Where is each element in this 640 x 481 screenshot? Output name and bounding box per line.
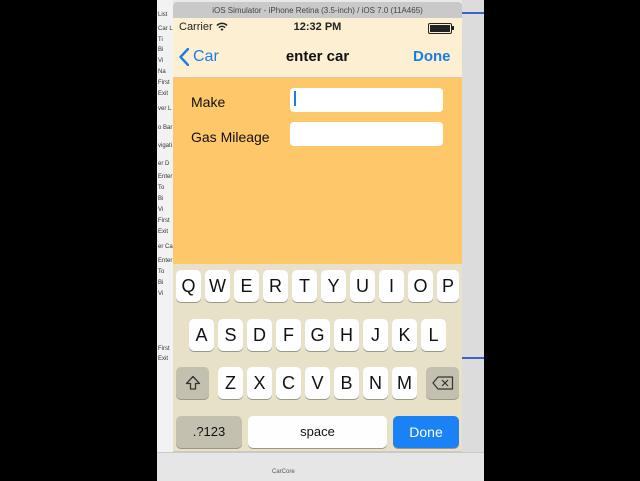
make-field[interactable]	[290, 88, 443, 112]
outline-item[interactable]: List	[158, 12, 167, 19]
battery-icon	[428, 23, 452, 34]
key-s[interactable]: S	[218, 319, 243, 351]
outline-item[interactable]: Enter	[158, 258, 172, 265]
key-t[interactable]: T	[292, 270, 317, 302]
outline-item[interactable]: Vi	[158, 291, 163, 298]
key-b[interactable]: B	[334, 367, 359, 399]
key-a[interactable]: A	[189, 319, 214, 351]
keyboard-done-key[interactable]: Done	[393, 416, 459, 448]
form-area: Make Gas Mileage	[173, 78, 462, 264]
outline-item[interactable]: Bi	[158, 47, 163, 54]
bottom-bar-label: CarCore	[272, 469, 295, 475]
gas-mileage-field[interactable]	[290, 122, 443, 146]
outline-item[interactable]: Exit	[158, 356, 168, 363]
delete-key[interactable]	[426, 367, 459, 399]
key-r[interactable]: R	[263, 270, 288, 302]
key-y[interactable]: Y	[321, 270, 346, 302]
xcode-bottom-bar: CarCore	[157, 452, 484, 481]
key-q[interactable]: Q	[176, 270, 201, 302]
outline-item[interactable]: Car L	[158, 26, 173, 33]
key-h[interactable]: H	[334, 319, 359, 351]
outline-item[interactable]: To	[158, 185, 164, 192]
selection-line	[462, 357, 484, 359]
key-z[interactable]: Z	[218, 367, 243, 399]
key-o[interactable]: O	[408, 270, 433, 302]
key-j[interactable]: J	[363, 319, 388, 351]
key-f[interactable]: F	[276, 319, 301, 351]
key-i[interactable]: I	[379, 270, 404, 302]
outline-item[interactable]: First	[158, 346, 170, 353]
done-button[interactable]: Done	[413, 48, 451, 65]
gas-mileage-label: Gas Mileage	[191, 129, 270, 145]
shift-key[interactable]	[176, 367, 209, 399]
key-m[interactable]: M	[392, 367, 417, 399]
outline-item[interactable]: To	[158, 269, 164, 276]
outline-item[interactable]: First	[158, 218, 170, 225]
key-l[interactable]: L	[421, 319, 446, 351]
outline-item[interactable]: Vi	[158, 207, 163, 214]
outline-item[interactable]: Vi	[158, 58, 163, 65]
battery-tip	[452, 26, 454, 30]
key-e[interactable]: E	[234, 270, 259, 302]
outline-item[interactable]: Exit	[158, 229, 168, 236]
outline-item[interactable]: Ti	[158, 37, 163, 44]
selection-line	[462, 12, 484, 14]
outline-item[interactable]: First	[158, 80, 170, 87]
key-g[interactable]: G	[305, 319, 330, 351]
key-n[interactable]: N	[363, 367, 388, 399]
key-p[interactable]: P	[437, 270, 459, 302]
iphone-screen: Carrier 12:32 PM Car enter car Done Make…	[173, 18, 462, 451]
outline-item[interactable]: ver L	[158, 106, 171, 113]
make-label: Make	[191, 94, 226, 110]
outline-item[interactable]: Na	[158, 69, 166, 76]
key-c[interactable]: C	[276, 367, 301, 399]
backspace-icon	[431, 376, 453, 390]
key-k[interactable]: K	[392, 319, 417, 351]
outline-item[interactable]: vigati	[158, 143, 172, 150]
xcode-inspector-edge	[462, 0, 484, 480]
key-u[interactable]: U	[350, 270, 375, 302]
key-d[interactable]: D	[247, 319, 272, 351]
keyboard: Q W E R T Y U I O P A S D F G H J K L Z …	[173, 264, 462, 451]
key-x[interactable]: X	[247, 367, 272, 399]
numbers-key[interactable]: .?123	[176, 416, 242, 448]
shift-arrow-icon	[185, 375, 200, 390]
text-cursor	[294, 91, 296, 106]
status-time: 12:32 PM	[293, 21, 342, 33]
outline-item[interactable]: Bi	[158, 280, 163, 287]
outline-item[interactable]: Bi	[158, 196, 163, 203]
outline-item[interactable]: Exit	[158, 91, 168, 98]
key-w[interactable]: W	[205, 270, 230, 302]
key-v[interactable]: V	[305, 367, 330, 399]
outline-item[interactable]: er Ca	[158, 244, 173, 251]
outline-item[interactable]: er D	[158, 161, 169, 168]
outline-item[interactable]: o Bar	[158, 125, 172, 132]
xcode-outline-panel: List Car L Ti Bi Vi Na First Exit ver L …	[157, 0, 173, 480]
outline-item[interactable]: Enter	[158, 174, 172, 181]
simulator-title: iOS Simulator - iPhone Retina (3.5-inch)…	[212, 6, 423, 15]
space-key[interactable]: space	[248, 416, 387, 448]
